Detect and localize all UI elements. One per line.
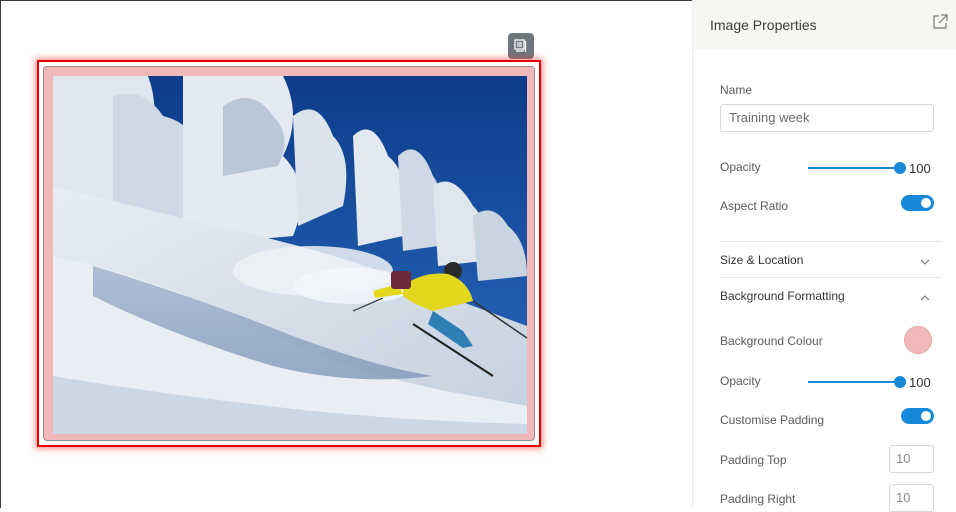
image-background-frame bbox=[43, 66, 535, 441]
section-divider bbox=[720, 277, 942, 278]
slider-thumb[interactable] bbox=[894, 162, 906, 174]
customise-padding-toggle[interactable] bbox=[901, 408, 934, 424]
background-opacity-label: Opacity bbox=[720, 374, 761, 388]
aspect-ratio-label: Aspect Ratio bbox=[720, 199, 789, 213]
customise-padding-label: Customise Padding bbox=[720, 413, 825, 427]
padding-right-label: Padding Right bbox=[720, 492, 796, 506]
toggle-knob bbox=[921, 198, 931, 208]
opacity-slider[interactable] bbox=[808, 162, 906, 174]
opacity-label: Opacity bbox=[720, 160, 761, 174]
background-opacity-value: 100 bbox=[909, 375, 931, 390]
aspect-ratio-toggle[interactable] bbox=[901, 195, 934, 211]
chevron-down-icon[interactable] bbox=[919, 255, 931, 267]
panel-title: Image Properties bbox=[710, 17, 817, 33]
report-canvas[interactable] bbox=[0, 0, 692, 508]
selected-image-widget[interactable] bbox=[37, 60, 541, 447]
slider-track bbox=[808, 167, 900, 169]
name-input[interactable]: Training week bbox=[720, 104, 934, 132]
background-colour-swatch[interactable] bbox=[904, 326, 932, 354]
skier-photo bbox=[53, 76, 527, 434]
background-formatting-header[interactable]: Background Formatting bbox=[720, 289, 845, 303]
external-link-icon[interactable] bbox=[931, 13, 949, 31]
toggle-knob bbox=[921, 411, 931, 421]
image-settings-icon[interactable] bbox=[508, 33, 534, 59]
opacity-value: 100 bbox=[909, 161, 931, 176]
background-colour-label: Background Colour bbox=[720, 334, 823, 348]
padding-top-input[interactable]: 10 bbox=[889, 445, 934, 473]
size-location-header[interactable]: Size & Location bbox=[720, 253, 803, 267]
slider-thumb[interactable] bbox=[894, 376, 906, 388]
section-divider bbox=[720, 241, 942, 242]
panel-header: Image Properties bbox=[693, 0, 956, 50]
slider-track bbox=[808, 381, 900, 383]
chevron-up-icon[interactable] bbox=[919, 291, 931, 303]
background-opacity-slider[interactable] bbox=[808, 376, 906, 388]
padding-top-label: Padding Top bbox=[720, 453, 787, 467]
name-label: Name bbox=[720, 83, 753, 97]
image-properties-panel: Image Properties Name Training week Opac… bbox=[692, 0, 956, 512]
